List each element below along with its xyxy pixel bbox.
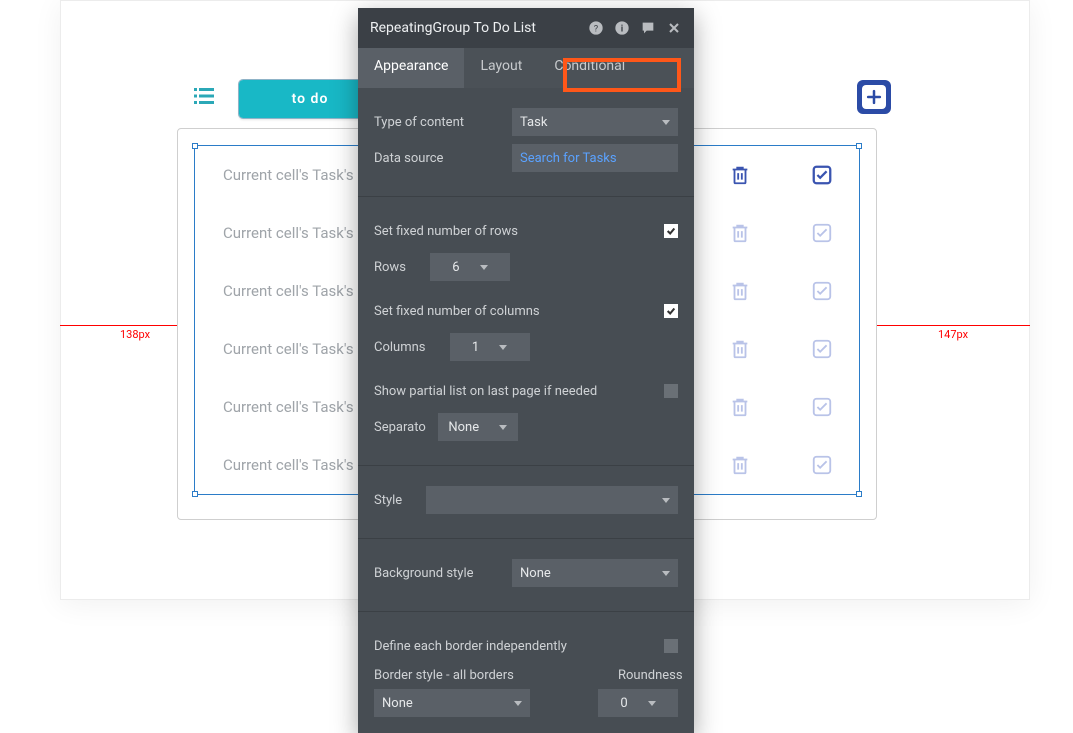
check-icon[interactable] [811,454,833,476]
panel-header[interactable]: RepeatingGroup To Do List ? i [358,8,694,48]
fixed-cols-checkbox[interactable] [664,304,678,318]
trash-icon[interactable] [729,164,751,186]
chevron-down-icon [480,265,488,270]
guide-line-left [60,325,177,326]
fixed-cols-label: Set fixed number of columns [374,304,540,319]
fixed-rows-checkbox[interactable] [664,224,678,238]
type-of-content-label: Type of content [374,115,464,130]
chevron-down-icon [514,701,522,706]
check-icon[interactable] [811,338,833,360]
chevron-down-icon [662,120,670,125]
chevron-down-icon [662,498,670,503]
check-icon[interactable] [811,164,833,186]
type-of-content-dropdown[interactable]: Task [512,108,678,136]
property-panel[interactable]: RepeatingGroup To Do List ? i Appearance… [358,8,694,733]
chevron-down-icon [499,345,507,350]
trash-icon[interactable] [729,280,751,302]
plus-icon [862,85,886,109]
bgstyle-dropdown[interactable]: None [512,559,678,587]
style-label: Style [374,493,402,508]
border-style-label: Border style - all borders [374,668,514,683]
rows-label: Rows [374,260,406,275]
trash-icon[interactable] [729,222,751,244]
data-source-label: Data source [374,151,443,166]
separator-dropdown[interactable]: None [438,413,518,441]
roundness-value: 0 [620,696,627,711]
tab-appearance[interactable]: Appearance [358,48,464,88]
trash-icon[interactable] [729,454,751,476]
roundness-input[interactable]: 0 [598,689,678,717]
rows-value: 6 [452,260,459,275]
cols-value: 1 [472,340,479,355]
cols-label: Columns [374,340,426,355]
check-icon[interactable] [811,222,833,244]
guide-label-right: 147px [938,328,968,341]
list-icon [192,84,216,108]
border-indep-label: Define each border independently [374,639,567,654]
guide-label-left: 138px [120,328,150,341]
bgstyle-label: Background style [374,566,474,581]
chevron-down-icon [648,701,656,706]
help-icon[interactable]: ? [588,20,604,36]
trash-icon[interactable] [729,396,751,418]
border-indep-checkbox[interactable] [664,639,678,653]
comment-icon[interactable] [640,20,656,36]
fixed-rows-label: Set fixed number of rows [374,224,518,239]
tab-layout[interactable]: Layout [464,48,538,88]
bgstyle-value: None [520,566,551,581]
add-button[interactable] [857,80,891,114]
data-source-input[interactable]: Search for Tasks [512,144,678,172]
svg-text:i: i [621,23,623,34]
partial-list-label: Show partial list on last page if needed [374,384,597,399]
panel-title: RepeatingGroup To Do List [370,20,536,36]
chevron-down-icon [499,425,507,430]
data-source-value: Search for Tasks [520,151,617,166]
roundness-label: Roundness [618,668,678,683]
rows-dropdown[interactable]: 6 [430,253,510,281]
guide-line-right [877,325,1030,326]
border-style-value: None [382,696,413,711]
section-rows-cols: Set fixed number of rows Rows 6 Set fixe… [358,196,694,465]
section-bg-style: Background style None [358,538,694,611]
separator-value: None [448,420,479,435]
check-icon[interactable] [811,280,833,302]
separator-label: Separato [374,420,426,435]
check-icon[interactable] [811,396,833,418]
section-borders: Define each border independently Border … [358,611,694,733]
tab-conditional[interactable]: Conditional [538,48,641,88]
todo-button-label: to do [292,91,329,107]
section-content: Type of content Task Data source Search … [358,88,694,196]
section-style: Style [358,465,694,538]
close-icon[interactable] [666,20,682,36]
panel-tabs: Appearance Layout Conditional [358,48,694,88]
svg-text:?: ? [594,23,599,34]
partial-list-checkbox[interactable] [664,384,678,398]
trash-icon[interactable] [729,338,751,360]
style-dropdown[interactable] [426,486,678,514]
border-style-dropdown[interactable]: None [374,689,530,717]
type-of-content-value: Task [520,115,547,130]
cols-dropdown[interactable]: 1 [450,333,530,361]
info-icon[interactable]: i [614,20,630,36]
chevron-down-icon [662,571,670,576]
